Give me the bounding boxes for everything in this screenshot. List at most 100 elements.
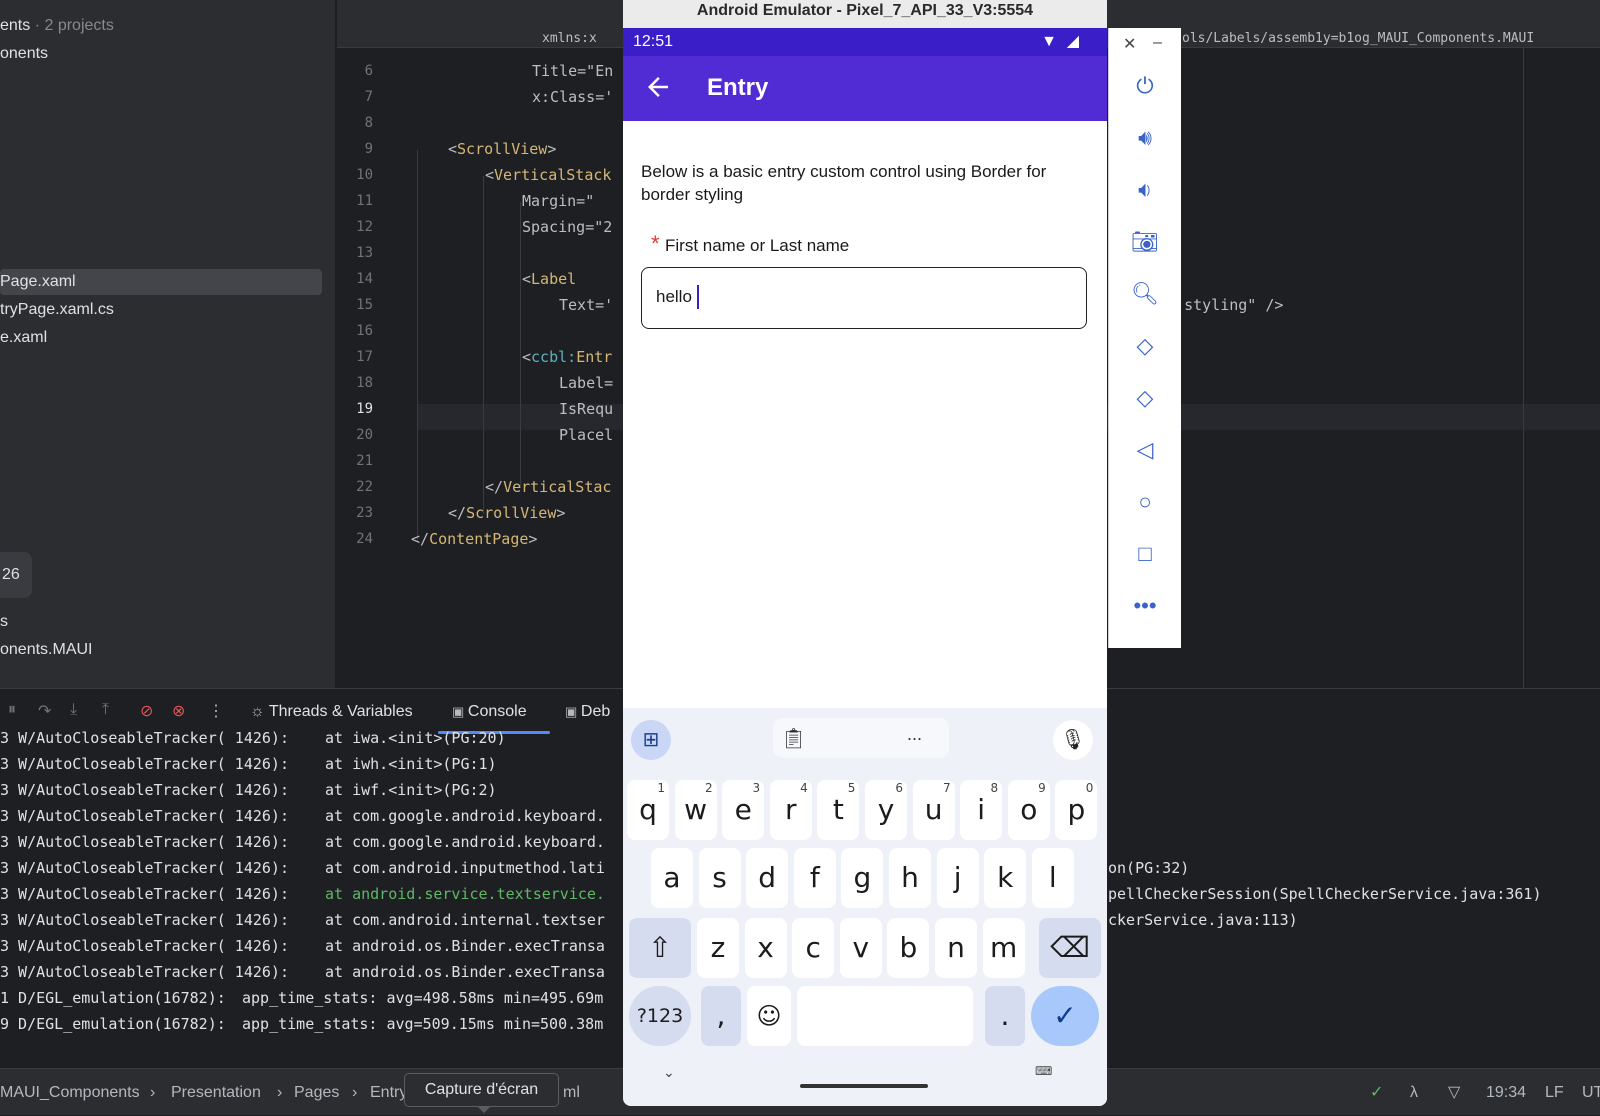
key-k[interactable]: k <box>984 848 1027 908</box>
key-l[interactable]: l <box>1031 848 1074 908</box>
tab-threads-variables[interactable]: ☼ Threads & Variables <box>250 699 413 725</box>
line-number[interactable]: 21 <box>337 448 373 474</box>
breadcrumb-item[interactable]: Entry <box>370 1069 407 1116</box>
step-into-icon[interactable]: ⤓ <box>70 701 77 719</box>
more-options-icon[interactable]: ⋮ <box>208 701 224 721</box>
tab-console[interactable]: ▣ Console <box>452 699 527 725</box>
line-number[interactable]: 14 <box>337 266 373 292</box>
key-q[interactable]: q1 <box>627 780 669 840</box>
key-h[interactable]: h <box>889 848 931 908</box>
line-number[interactable]: 8 <box>337 110 373 136</box>
key-v[interactable]: v <box>839 918 882 978</box>
key-b[interactable]: b <box>887 918 930 978</box>
key-p[interactable]: p0 <box>1055 780 1098 840</box>
line-number[interactable]: 19 <box>337 396 373 422</box>
breakpoints-icon[interactable]: ⊘ <box>140 701 153 721</box>
tab-debug[interactable]: ▣ Deb <box>565 699 610 725</box>
rotate-right-icon[interactable]: ◇ <box>1131 384 1159 412</box>
line-number[interactable]: 9 <box>337 136 373 162</box>
key-f[interactable]: f <box>793 848 836 908</box>
power-icon[interactable]: ⏻ <box>1131 72 1159 100</box>
line-ending[interactable]: LF <box>1545 1069 1564 1116</box>
line-number[interactable]: 18 <box>337 370 373 396</box>
key-t[interactable]: t5 <box>817 780 860 840</box>
lambda-icon[interactable]: λ <box>1410 1069 1418 1116</box>
name-entry-field[interactable]: hello <box>641 267 1087 329</box>
volume-down-icon[interactable]: 🔉︎ <box>1131 176 1159 204</box>
line-number[interactable]: 15 <box>337 292 373 318</box>
key-z[interactable]: z <box>697 918 739 978</box>
key-x[interactable]: x <box>744 918 787 978</box>
comma-key[interactable]: , <box>701 986 741 1046</box>
gesture-bar[interactable] <box>800 1084 928 1088</box>
mute-breakpoints-icon[interactable]: ⊗ <box>172 701 185 721</box>
line-number[interactable]: 12 <box>337 214 373 240</box>
key-e[interactable]: e3 <box>722 780 765 840</box>
keyboard-icon[interactable]: ⌨ <box>1035 1064 1052 1078</box>
line-number[interactable]: 11 <box>337 188 373 214</box>
space-key[interactable] <box>797 986 973 1046</box>
breadcrumb-item[interactable]: MAUI_Components <box>0 1069 140 1116</box>
key-c[interactable]: c <box>792 918 835 978</box>
key-o[interactable]: o9 <box>1007 780 1050 840</box>
zoom-icon[interactable]: 🔍︎ <box>1131 280 1159 308</box>
line-number[interactable]: 16 <box>337 318 373 344</box>
close-icon[interactable]: ✕ <box>1123 34 1136 54</box>
emoji-key[interactable]: ☺ <box>747 986 791 1046</box>
overview-square-icon[interactable]: □ <box>1131 540 1159 568</box>
key-i[interactable]: i8 <box>960 780 1003 840</box>
backspace-key[interactable]: ⌫ <box>1039 918 1101 978</box>
emulator-screen[interactable]: 12:51 ▼ ◢ Entry Below is a basic entry c… <box>623 28 1107 1106</box>
key-g[interactable]: g <box>841 848 884 908</box>
breadcrumb-item[interactable]: ml <box>563 1069 580 1116</box>
line-number[interactable]: 10 <box>337 162 373 188</box>
tree-item-selected[interactable]: Page.xaml <box>0 269 322 295</box>
apps-grid-icon[interactable]: ⊞ <box>631 720 671 760</box>
tree-item[interactable]: s <box>0 609 8 635</box>
symbols-key[interactable]: ?123 <box>629 986 691 1046</box>
done-key[interactable]: ✓ <box>1031 986 1099 1046</box>
line-number[interactable]: 23 <box>337 500 373 526</box>
filter-icon[interactable]: ▽ <box>1448 1069 1460 1116</box>
back-triangle-icon[interactable]: ◁ <box>1131 436 1159 464</box>
caret-position[interactable]: 19:34 <box>1486 1069 1526 1116</box>
tree-item[interactable]: tryPage.xaml.cs <box>0 297 114 323</box>
more-icon[interactable]: ••• <box>1131 592 1159 620</box>
breadcrumb-item[interactable]: Presentation <box>171 1069 261 1116</box>
shift-key[interactable]: ⇧ <box>629 918 691 978</box>
key-d[interactable]: d <box>746 848 789 908</box>
tree-badge[interactable]: 26 <box>0 552 32 598</box>
line-number[interactable]: 22 <box>337 474 373 500</box>
step-out-icon[interactable]: ⤒ <box>102 701 109 719</box>
microphone-icon[interactable]: 🎙︎ <box>1053 720 1093 760</box>
minimize-icon[interactable]: – <box>1153 34 1162 52</box>
key-w[interactable]: w2 <box>674 780 717 840</box>
camera-icon[interactable]: 📷︎ <box>1131 228 1159 256</box>
home-circle-icon[interactable]: ○ <box>1131 488 1159 516</box>
tree-item[interactable]: e.xaml <box>0 325 47 351</box>
key-n[interactable]: n <box>935 918 977 978</box>
more-suggestions[interactable]: ... <box>907 724 922 745</box>
key-j[interactable]: j <box>936 848 979 908</box>
chevron-down-icon[interactable]: ⌄ <box>663 1064 675 1081</box>
rotate-left-icon[interactable]: ◇ <box>1131 332 1159 360</box>
clipboard-icon[interactable]: 📋︎ <box>781 726 806 751</box>
key-m[interactable]: m <box>982 918 1025 978</box>
key-r[interactable]: r4 <box>769 780 812 840</box>
key-a[interactable]: a <box>651 848 693 908</box>
line-number[interactable]: 17 <box>337 344 373 370</box>
pause-icon[interactable]: ⏸ <box>8 701 16 719</box>
tree-item[interactable]: onents <box>0 41 48 67</box>
key-u[interactable]: u7 <box>912 780 955 840</box>
volume-up-icon[interactable]: 🔊︎ <box>1131 124 1159 152</box>
line-number[interactable]: 13 <box>337 240 373 266</box>
tree-item[interactable]: onents.MAUI <box>0 637 92 663</box>
period-key[interactable]: . <box>985 986 1025 1046</box>
back-arrow-icon[interactable] <box>643 72 673 102</box>
line-number[interactable]: 20 <box>337 422 373 448</box>
key-s[interactable]: s <box>698 848 741 908</box>
file-encoding[interactable]: UT <box>1582 1069 1600 1116</box>
check-circle-icon[interactable]: ✓ <box>1370 1069 1383 1116</box>
line-number[interactable]: 6 <box>337 58 373 84</box>
step-over-icon[interactable]: ↷ <box>38 701 51 721</box>
